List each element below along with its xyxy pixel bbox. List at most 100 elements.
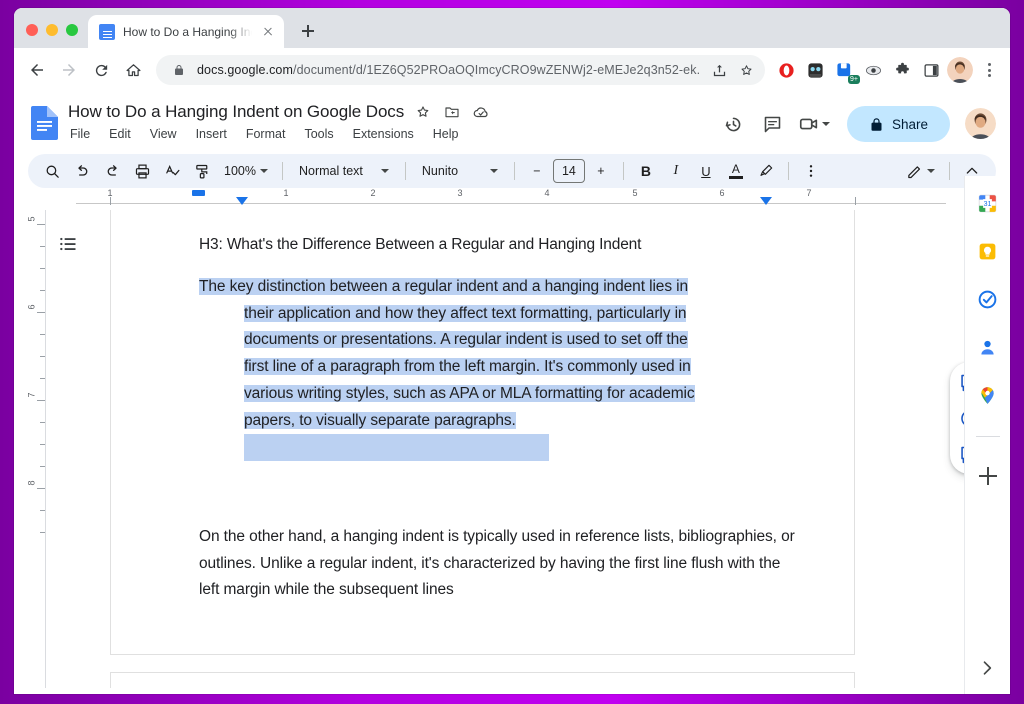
increase-font-size-button[interactable]: + — [587, 157, 615, 185]
paragraph-line: papers, to visually separate paragraphs. — [199, 408, 802, 435]
close-tab-icon[interactable] — [260, 24, 276, 40]
extensions-area: 9+ — [773, 57, 1002, 83]
search-icon[interactable] — [38, 157, 66, 185]
menu-help[interactable]: Help — [431, 125, 461, 143]
zoom-value: 100% — [224, 164, 256, 178]
three-dot-menu-icon[interactable] — [976, 57, 1002, 83]
italic-label: I — [674, 163, 679, 179]
formatting-toolbar-wrap: 100% Normal text Nunito − 14 + B — [14, 154, 1010, 188]
google-keep-icon[interactable] — [977, 240, 999, 262]
opera-extension-icon[interactable] — [773, 57, 799, 83]
text-color-swatch — [729, 176, 743, 179]
lock-icon — [869, 117, 884, 132]
italic-button[interactable]: I — [662, 157, 690, 185]
ruler-number: 3 — [457, 188, 462, 198]
paragraph-line: The key distinction between a regular in… — [199, 274, 802, 301]
toolbar-divider — [405, 162, 406, 180]
vertical-ruler[interactable]: 5 6 7 8 — [28, 210, 46, 688]
google-side-panel: 31 — [964, 176, 1010, 694]
side-panel-icon[interactable] — [918, 57, 944, 83]
paragraph-line: their application and how they affect te… — [199, 301, 802, 328]
document-body[interactable]: H3: What's the Difference Between a Regu… — [111, 210, 854, 604]
paragraph-style-selector[interactable]: Normal text — [291, 157, 397, 185]
first-line-indent-marker[interactable] — [192, 190, 205, 196]
editing-mode-selector[interactable] — [900, 157, 941, 185]
docs-header-actions: Share — [716, 102, 996, 154]
chevron-down-icon — [490, 169, 498, 173]
font-family-selector[interactable]: Nunito — [414, 157, 506, 185]
doc-title-row: How to Do a Hanging Indent on Google Doc… — [68, 102, 716, 122]
font-size-input[interactable]: 14 — [553, 159, 585, 183]
browser-tab[interactable]: How to Do a Hanging Indent on — [88, 15, 284, 48]
decrease-font-size-button[interactable]: − — [523, 157, 551, 185]
chevron-right-icon[interactable] — [977, 658, 999, 680]
highlight-pen-icon[interactable] — [752, 157, 780, 185]
menu-insert[interactable]: Insert — [194, 125, 229, 143]
maximize-window-button[interactable] — [66, 24, 78, 36]
browser-window: How to Do a Hanging Indent on docs.googl… — [14, 8, 1010, 694]
document-page[interactable]: H3: What's the Difference Between a Regu… — [110, 210, 855, 655]
menu-extensions[interactable]: Extensions — [351, 125, 416, 143]
account-avatar[interactable] — [965, 108, 996, 139]
home-button[interactable] — [118, 55, 148, 85]
second-paragraph[interactable]: On the other hand, a hanging indent is t… — [199, 524, 802, 604]
address-bar[interactable]: docs.google.com/document/d/1EZ6Q52PROaOQ… — [156, 55, 765, 85]
horizontal-ruler[interactable]: 1 1 2 3 4 5 6 7 — [14, 188, 1010, 210]
notes-extension-icon[interactable]: 9+ — [831, 57, 857, 83]
ruler-edge-tick — [855, 197, 856, 205]
paint-format-icon[interactable] — [188, 157, 216, 185]
menu-edit[interactable]: Edit — [107, 125, 133, 143]
google-contacts-icon[interactable] — [977, 336, 999, 358]
new-tab-button[interactable] — [294, 17, 322, 45]
bold-button[interactable]: B — [632, 157, 660, 185]
more-options-icon[interactable] — [797, 157, 825, 185]
close-window-button[interactable] — [26, 24, 38, 36]
underline-button[interactable]: U — [692, 157, 720, 185]
menu-view[interactable]: View — [148, 125, 179, 143]
meet-button[interactable] — [794, 106, 834, 142]
ruler-number: 5 — [27, 216, 37, 221]
browser-toolbar: docs.google.com/document/d/1EZ6Q52PROaOQ… — [14, 48, 1010, 92]
right-indent-marker[interactable] — [760, 197, 772, 205]
profile-avatar[interactable] — [947, 57, 973, 83]
zoom-selector[interactable]: 100% — [218, 157, 274, 185]
docs-header: How to Do a Hanging Indent on Google Doc… — [14, 92, 1010, 154]
selected-paragraph[interactable]: The key distinction between a regular in… — [199, 274, 802, 461]
page-title[interactable]: How to Do a Hanging Indent on Google Doc… — [68, 102, 404, 122]
google-calendar-icon[interactable]: 31 — [977, 192, 999, 214]
google-tasks-icon[interactable] — [977, 288, 999, 310]
star-icon[interactable] — [413, 102, 433, 122]
version-history-icon[interactable] — [716, 106, 752, 142]
dark-reader-extension-icon[interactable] — [802, 57, 828, 83]
minimize-window-button[interactable] — [46, 24, 58, 36]
move-to-folder-icon[interactable] — [442, 102, 462, 122]
eye-extension-icon[interactable] — [860, 57, 886, 83]
undo-icon[interactable] — [68, 157, 96, 185]
spellcheck-icon[interactable] — [158, 157, 186, 185]
extension-badge: 9+ — [848, 75, 860, 84]
share-button[interactable]: Share — [847, 106, 950, 142]
share-icon[interactable] — [710, 61, 728, 79]
forward-button[interactable] — [54, 55, 84, 85]
puzzle-extensions-icon[interactable] — [889, 57, 915, 83]
back-button[interactable] — [22, 55, 52, 85]
add-addon-button[interactable] — [977, 465, 999, 487]
document-page-next[interactable] — [110, 672, 855, 688]
text-color-button[interactable]: A — [722, 157, 750, 185]
reload-button[interactable] — [86, 55, 116, 85]
ruler-number: 2 — [370, 188, 375, 198]
comment-icon[interactable] — [755, 106, 791, 142]
google-maps-icon[interactable] — [977, 384, 999, 406]
cloud-saved-icon[interactable] — [471, 102, 491, 122]
redo-icon[interactable] — [98, 157, 126, 185]
left-indent-marker[interactable] — [236, 197, 248, 205]
star-icon[interactable] — [737, 61, 755, 79]
menu-format[interactable]: Format — [244, 125, 288, 143]
ruler-number: 4 — [544, 188, 549, 198]
menu-file[interactable]: File — [68, 125, 92, 143]
document-canvas: 5 6 7 8 — [14, 210, 1010, 688]
google-docs-logo[interactable] — [28, 102, 60, 142]
document-outline-icon[interactable] — [58, 234, 78, 254]
menu-tools[interactable]: Tools — [302, 125, 335, 143]
print-icon[interactable] — [128, 157, 156, 185]
